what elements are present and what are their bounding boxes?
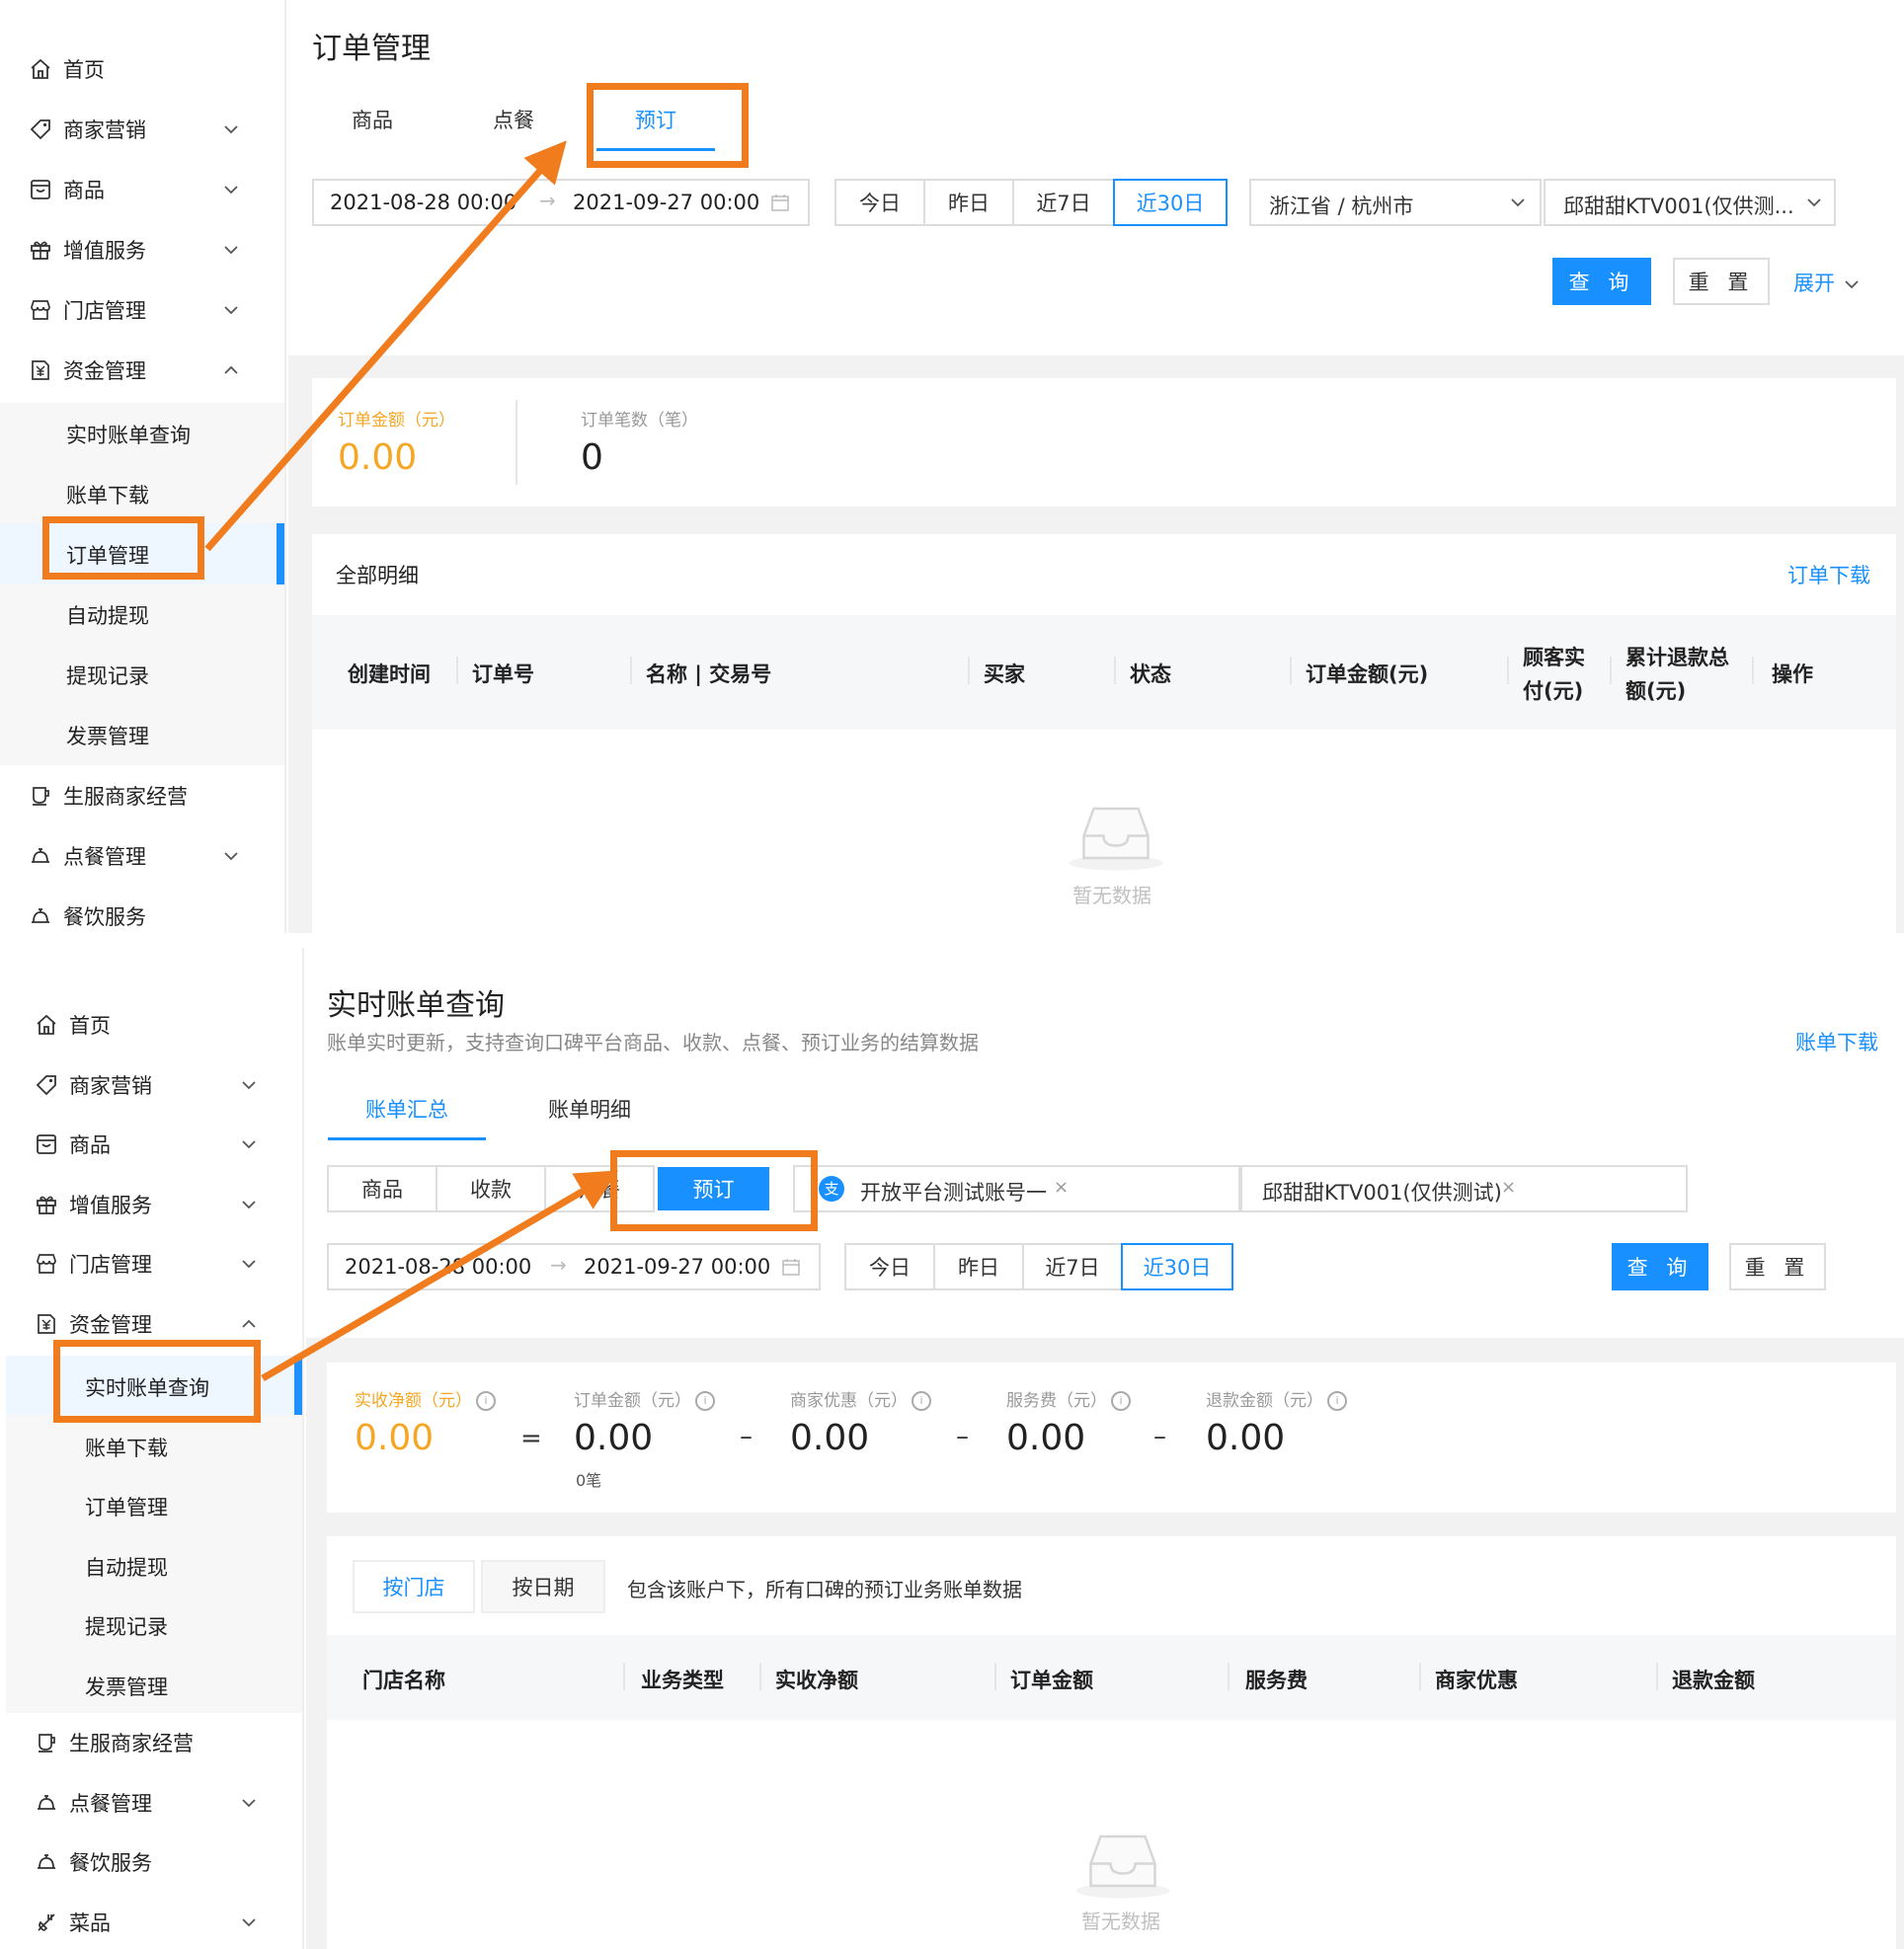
bottom-screenshot: 首页 商家营销 商品 增值服务 门店管理 资金管理 实时账单查询 账单下载 订单…: [0, 948, 1904, 1949]
annotation-arrow: [261, 1170, 619, 1382]
annotation-arrow: [204, 140, 567, 552]
top-screenshot: 首页 商家营销 商品 增值服务 门店管理 资金管理 实时账单查询 账单下载 订单…: [0, 0, 1904, 933]
